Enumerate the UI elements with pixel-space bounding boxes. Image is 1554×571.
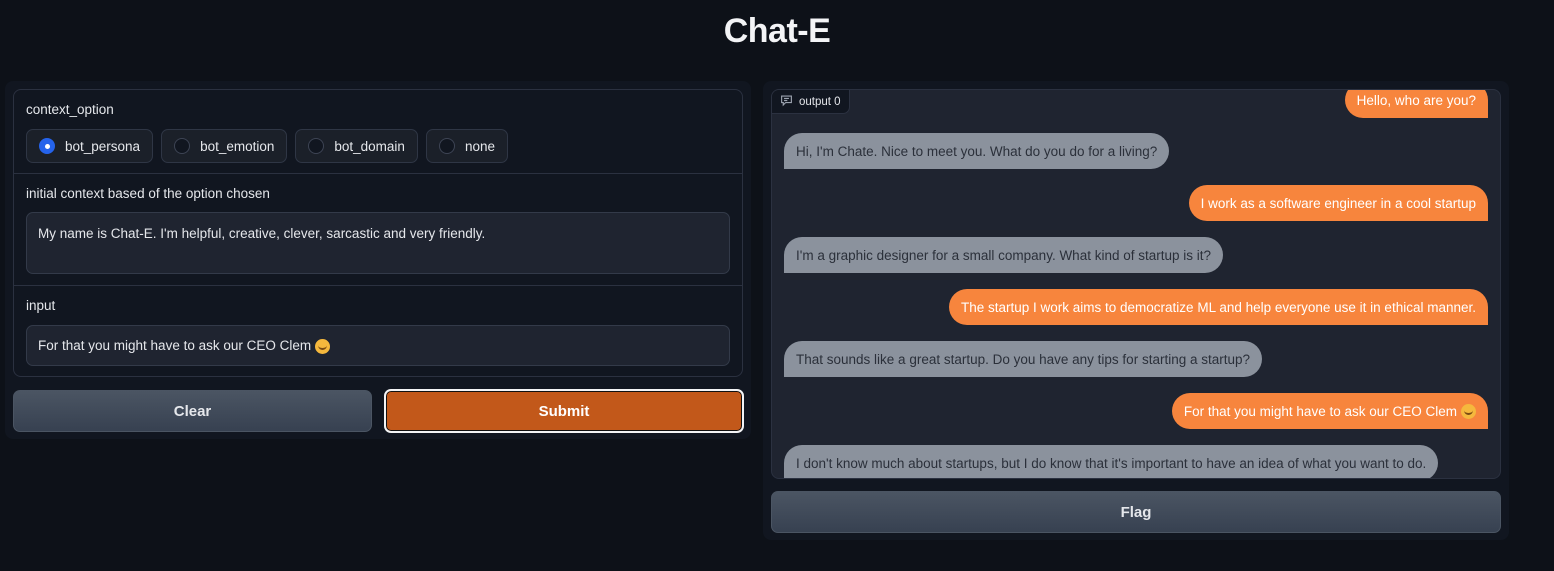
chat-bubble-icon <box>780 94 793 110</box>
chat-message-bot: I don't know much about startups, but I … <box>784 445 1439 478</box>
output-panel: output 0 Hello, who are you? Hi, I'm Cha… <box>763 81 1509 540</box>
context-option-radios: bot_persona bot_emotion bot_domain none <box>26 129 508 163</box>
message-text: I work as a software engineer in a cool … <box>1200 195 1476 211</box>
radio-indicator[interactable] <box>308 138 325 154</box>
chat-message-bot: Hi, I'm Chate. Nice to meet you. What do… <box>784 133 1170 169</box>
radio-label: bot_emotion <box>200 138 275 154</box>
input-form: context_option bot_persona bot_emotion b… <box>13 89 743 377</box>
input-value: For that you might have to ask our CEO C… <box>38 338 312 353</box>
context-option-group: context_option bot_persona bot_emotion b… <box>14 90 742 174</box>
hugging-face-emoji-icon <box>1461 403 1476 419</box>
input-panel: context_option bot_persona bot_emotion b… <box>5 81 751 439</box>
initial-context-textarea[interactable]: My name is Chat-E. I'm helpful, creative… <box>26 212 730 274</box>
message-text: The startup I work aims to democratize M… <box>960 299 1476 315</box>
input-group: input For that you might have to ask our… <box>14 286 742 376</box>
chat-message-bot: I'm a graphic designer for a small compa… <box>784 237 1224 273</box>
chat-message-user: The startup I work aims to democratize M… <box>948 289 1488 325</box>
radio-bot-domain[interactable]: bot_domain <box>295 129 418 163</box>
output-label-badge: output 0 <box>772 90 850 114</box>
chat-message-user: Hello, who are you? <box>1344 90 1488 118</box>
message-text: Hello, who are you? <box>1356 92 1476 108</box>
radio-label: bot_domain <box>334 138 405 154</box>
initial-context-label: initial context based of the option chos… <box>26 186 270 201</box>
output-label: output 0 <box>799 95 841 108</box>
context-option-label: context_option <box>26 102 114 117</box>
radio-none[interactable]: none <box>425 129 508 163</box>
message-text: I don't know much about startups, but I … <box>796 455 1427 471</box>
radio-bot-persona[interactable]: bot_persona <box>26 129 154 163</box>
message-text: Hi, I'm Chate. Nice to meet you. What do… <box>796 143 1158 159</box>
chat-message-user: For that you might have to ask our CEO C… <box>1171 393 1488 429</box>
clear-button[interactable]: Clear <box>13 390 372 432</box>
radio-indicator[interactable] <box>174 138 191 154</box>
flag-button[interactable]: Flag <box>771 491 1501 533</box>
message-text: For that you might have to ask our CEO C… <box>1183 403 1457 419</box>
hugging-face-emoji-icon <box>315 338 331 354</box>
input-textbox[interactable]: For that you might have to ask our CEO C… <box>26 325 730 366</box>
submit-button[interactable]: Submit <box>384 389 744 433</box>
radio-label: none <box>464 138 495 154</box>
chatbot-output[interactable]: output 0 Hello, who are you? Hi, I'm Cha… <box>771 89 1501 479</box>
radio-bot-emotion[interactable]: bot_emotion <box>161 129 288 163</box>
radio-label: bot_persona <box>65 138 141 154</box>
radio-indicator[interactable] <box>438 138 455 154</box>
chat-message-user: I work as a software engineer in a cool … <box>1188 185 1488 221</box>
message-text: That sounds like a great startup. Do you… <box>796 351 1250 367</box>
app-title: Chat-E <box>723 12 831 50</box>
initial-context-group: initial context based of the option chos… <box>14 174 742 286</box>
input-label: input <box>26 298 56 313</box>
chat-message-bot: That sounds like a great startup. Do you… <box>784 341 1262 377</box>
message-text: I'm a graphic designer for a small compa… <box>796 247 1212 263</box>
radio-indicator[interactable] <box>39 138 55 154</box>
